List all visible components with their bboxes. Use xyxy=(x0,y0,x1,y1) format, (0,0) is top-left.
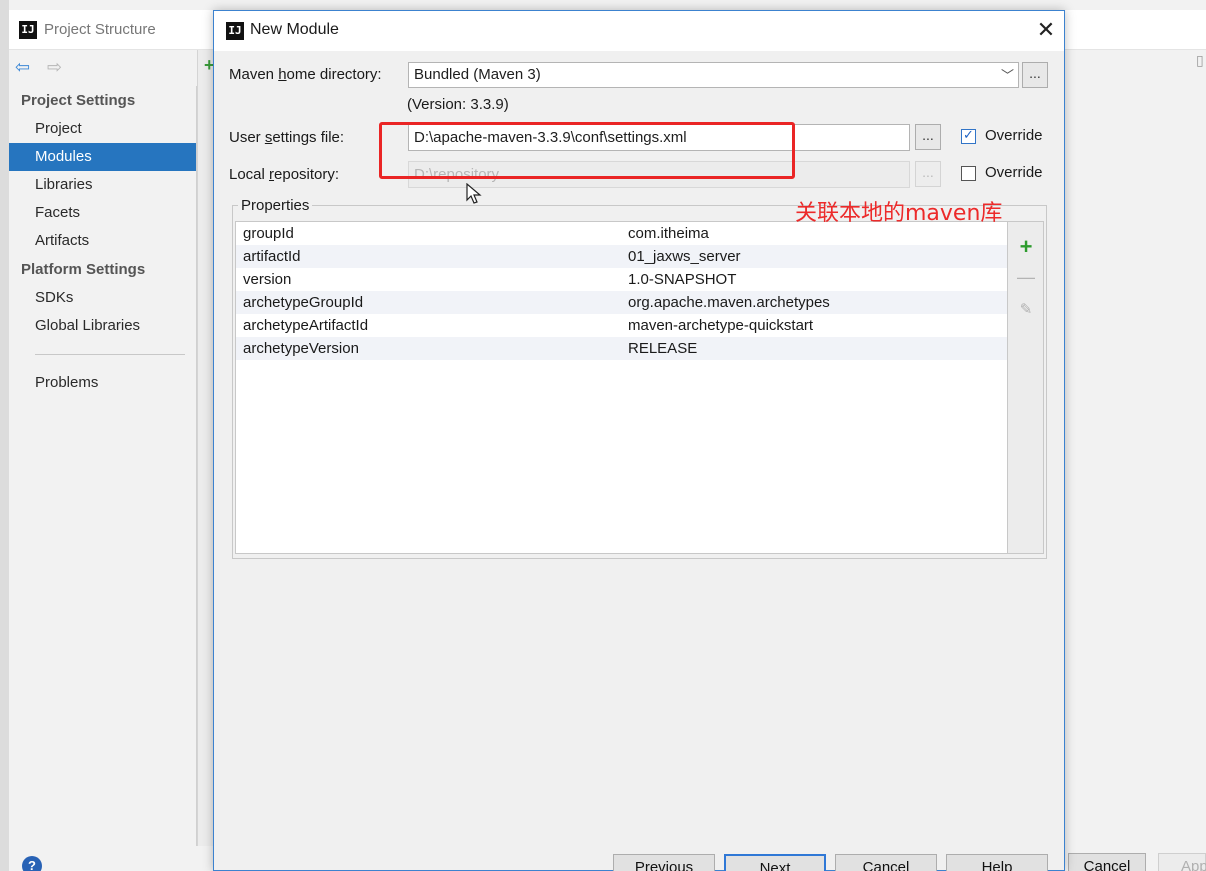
intellij-logo-icon: IJ xyxy=(19,21,37,39)
sidebar-item-artifacts[interactable]: Artifacts xyxy=(9,227,196,255)
help-button[interactable]: Help xyxy=(946,854,1048,871)
property-value: 1.0-SNAPSHOT xyxy=(628,271,737,288)
settings-sidebar: Project Settings Project Modules Librari… xyxy=(9,86,197,846)
property-key: archetypeGroupId xyxy=(243,294,364,311)
maven-home-value: Bundled (Maven 3) xyxy=(414,66,541,83)
mouse-cursor-icon xyxy=(466,183,482,204)
local-repository-browse-button: ... xyxy=(915,161,941,187)
property-key: archetypeVersion xyxy=(243,340,359,357)
table-row[interactable]: archetypeVersion RELEASE xyxy=(236,337,1007,360)
bg-cancel-button[interactable]: Cancel xyxy=(1068,853,1146,871)
chevron-down-icon[interactable]: ﹀ xyxy=(1001,65,1014,84)
sidebar-divider xyxy=(35,354,185,355)
bg-apply-button: Apply xyxy=(1158,853,1206,871)
sidebar-item-problems[interactable]: Problems xyxy=(9,369,196,397)
property-key: artifactId xyxy=(243,248,301,265)
table-row[interactable]: artifactId 01_jaxws_server xyxy=(236,245,1007,268)
forward-arrow-icon[interactable]: ⇨ xyxy=(47,58,62,76)
scroll-edge-icon: ▯ xyxy=(1196,52,1204,68)
property-key: archetypeArtifactId xyxy=(243,317,369,334)
section-platform-settings: Platform Settings xyxy=(21,261,146,278)
property-value: com.itheima xyxy=(628,225,709,242)
back-arrow-icon[interactable]: ⇦ xyxy=(15,58,30,76)
property-value: maven-archetype-quickstart xyxy=(628,317,814,334)
sidebar-item-project[interactable]: Project xyxy=(9,115,196,143)
sidebar-item-modules[interactable]: Modules xyxy=(9,143,196,171)
user-settings-browse-button[interactable]: ... xyxy=(915,124,941,150)
close-icon[interactable]: ✕ xyxy=(1034,18,1058,42)
maven-version-note: (Version: 3.3.9) xyxy=(407,96,509,113)
next-button[interactable]: Next xyxy=(724,854,826,871)
annotation-label: 关联本地的maven库 xyxy=(795,201,1003,226)
nav-toolbar: ⇦ ⇨ xyxy=(9,50,197,86)
left-edge-strip xyxy=(0,0,9,871)
properties-toolbar: + — ✎ xyxy=(1008,221,1044,554)
dialog-titlebar: IJ New Module ✕ xyxy=(214,11,1064,51)
sidebar-item-facets[interactable]: Facets xyxy=(9,199,196,227)
maven-home-label: Maven home directory: xyxy=(229,66,382,83)
cancel-button[interactable]: Cancel xyxy=(835,854,937,871)
property-key: groupId xyxy=(243,225,294,242)
properties-title: Properties xyxy=(238,197,313,214)
table-row[interactable]: archetypeGroupId org.apache.maven.archet… xyxy=(236,291,1007,314)
maven-home-browse-button[interactable]: ... xyxy=(1022,62,1048,88)
maven-home-combobox[interactable]: Bundled (Maven 3) ﹀ xyxy=(408,62,1019,88)
local-repository-override-label[interactable]: Override xyxy=(985,164,1043,181)
local-repository-label: Local repository: xyxy=(229,166,340,183)
content-gutter xyxy=(197,50,213,846)
window-title: Project Structure xyxy=(44,21,156,38)
property-value: org.apache.maven.archetypes xyxy=(628,294,830,311)
user-settings-override-checkbox[interactable] xyxy=(961,127,976,144)
previous-button[interactable]: Previous xyxy=(613,854,715,871)
sidebar-item-libraries[interactable]: Libraries xyxy=(9,171,196,199)
help-icon[interactable]: ? xyxy=(22,856,42,871)
dialog-title: New Module xyxy=(250,21,339,38)
property-value: RELEASE xyxy=(628,340,698,357)
properties-table: groupId com.itheima artifactId 01_jaxws_… xyxy=(235,221,1008,554)
local-repository-override-checkbox[interactable] xyxy=(961,166,976,181)
table-row[interactable]: version 1.0-SNAPSHOT xyxy=(236,268,1007,291)
sidebar-item-sdks[interactable]: SDKs xyxy=(9,284,196,312)
user-settings-label: User settings file: xyxy=(229,129,345,146)
property-key: version xyxy=(243,271,292,288)
sidebar-item-global-libraries[interactable]: Global Libraries xyxy=(9,312,196,340)
user-settings-override-label[interactable]: Override xyxy=(985,127,1043,144)
add-icon[interactable]: + xyxy=(1016,236,1036,258)
property-value: 01_jaxws_server xyxy=(628,248,741,265)
remove-icon: — xyxy=(1017,267,1035,287)
intellij-logo-icon: IJ xyxy=(226,22,244,40)
new-module-dialog: IJ New Module ✕ Maven home directory: Bu… xyxy=(213,10,1065,871)
table-row[interactable]: archetypeArtifactId maven-archetype-quic… xyxy=(236,314,1007,337)
section-project-settings: Project Settings xyxy=(21,92,136,109)
annotation-highlight-box xyxy=(379,122,795,179)
edit-pencil-icon: ✎ xyxy=(1019,301,1033,318)
